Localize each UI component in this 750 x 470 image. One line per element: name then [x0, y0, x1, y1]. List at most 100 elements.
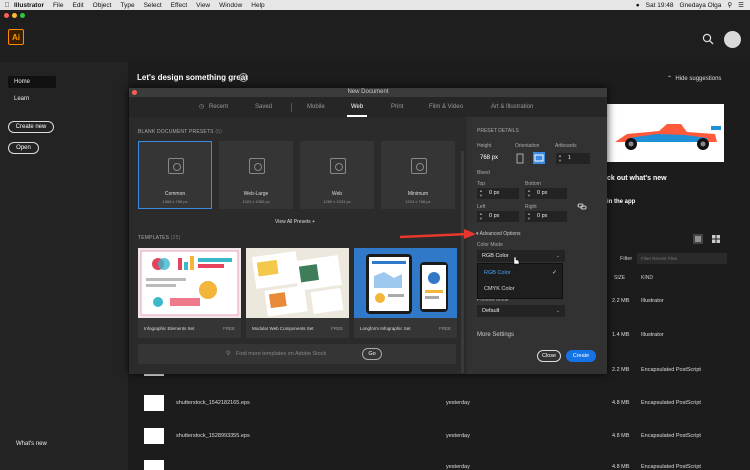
clock[interactable]: Sat 19:48 — [646, 2, 674, 9]
preset-size: 1366 x 768 px — [162, 199, 188, 204]
height-value[interactable]: 768 px — [480, 155, 498, 161]
hide-suggestions-label: Hide suggestions — [675, 76, 722, 82]
create-new-button[interactable]: Create new — [8, 121, 54, 133]
left-label: Left — [477, 204, 486, 210]
document-icon — [249, 158, 265, 174]
menu-view[interactable]: View — [196, 2, 210, 9]
user-name[interactable]: Gnedaya Olga — [679, 2, 721, 9]
table-row[interactable]: shutterstock_1542182165.eps yesterday 4.… — [128, 389, 750, 417]
landscape-icon[interactable] — [533, 152, 545, 164]
create-button[interactable]: Create — [566, 350, 596, 362]
race-car-illustration — [607, 104, 724, 162]
tab-web[interactable]: Web — [351, 104, 363, 110]
document-icon — [168, 158, 184, 174]
template-card[interactable]: Infographic Elements Set FREE — [138, 248, 241, 338]
bleed-right-field[interactable]: ▲ ▼ 0 px — [525, 211, 567, 222]
menu-type[interactable]: Type — [120, 2, 134, 9]
sidebar-item-learn[interactable]: Learn — [8, 93, 35, 105]
menu-object[interactable]: Object — [93, 2, 112, 9]
document-icon — [330, 158, 346, 174]
link-icon[interactable] — [577, 201, 587, 211]
bottom-label: Bottom — [525, 181, 541, 187]
right-label: Right — [525, 204, 537, 210]
apple-icon[interactable]:  — [0, 2, 14, 9]
close-dialog-dot[interactable] — [132, 90, 137, 95]
preset-web[interactable]: Web 1280 x 1024 px — [300, 141, 374, 209]
tab-print[interactable]: Print — [391, 104, 403, 110]
menu-app[interactable]: Illustrator — [14, 2, 44, 9]
tab-saved[interactable]: Saved — [255, 104, 272, 110]
filter-input[interactable]: Filter Recent Files — [637, 253, 727, 264]
menu-window[interactable]: Window — [219, 2, 242, 9]
menu-effect[interactable]: Effect — [171, 2, 188, 9]
menu-option-rgb[interactable]: RGB Color — [484, 270, 511, 276]
table-row[interactable]: shutterstock_1528993355.eps yesterday 4.… — [128, 422, 750, 450]
close-button[interactable]: Close — [537, 350, 561, 362]
file-kind: Encapsulated PostScript — [641, 464, 701, 470]
col-kind-header[interactable]: KIND — [641, 275, 653, 281]
info-icon[interactable]: i — [239, 73, 248, 82]
tab-film-video[interactable]: Film & Video — [429, 104, 463, 110]
list-view-icon[interactable] — [693, 234, 703, 244]
bleed-left-field[interactable]: ▲ ▼ 0 px — [477, 211, 519, 222]
artboards-field[interactable]: ▲ ▼ 1 — [556, 153, 590, 164]
more-settings-link[interactable]: More Settings — [477, 332, 514, 338]
portrait-icon[interactable] — [515, 153, 525, 164]
blank-presets-count: (5) — [215, 129, 223, 135]
grid-view-icon[interactable] — [711, 234, 721, 244]
open-button[interactable]: Open — [8, 142, 39, 154]
arrow-annotation-icon — [399, 229, 476, 239]
preset-minimum[interactable]: Minimum 1024 x 768 px — [381, 141, 455, 209]
bleed-top-field[interactable]: ▲ ▼ 0 px — [477, 188, 519, 199]
sidebar-item-home[interactable]: Home — [8, 76, 56, 88]
menu-select[interactable]: Select — [144, 2, 162, 9]
promo-title: ck out what's new — [607, 175, 667, 182]
search-spotlight-icon[interactable]: ⚲ — [727, 1, 732, 9]
minimize-window-button[interactable] — [12, 13, 17, 18]
stepper-arrows[interactable]: ▲ ▼ — [527, 211, 531, 221]
promo-link[interactable]: in the app — [607, 199, 635, 205]
bleed-bottom-value: 0 px — [537, 190, 548, 196]
search-icon: ⚲ — [226, 351, 231, 357]
stepper-arrows[interactable]: ▲ ▼ — [479, 211, 483, 221]
new-document-dialog: New Document ◷ Recent Saved Mobile Web P… — [129, 88, 607, 374]
tab-mobile[interactable]: Mobile — [307, 104, 325, 110]
view-all-presets-link[interactable]: View All Presets + — [275, 219, 315, 225]
template-name: Infographic Elements Set — [144, 326, 195, 331]
hide-suggestions-link[interactable]: ⌃ Hide suggestions — [667, 75, 721, 82]
artboards-label: Artboards — [555, 143, 577, 149]
menu-file[interactable]: File — [53, 2, 63, 9]
menu-help[interactable]: Help — [251, 2, 264, 9]
scrollbar[interactable] — [461, 151, 464, 373]
preview-mode-dropdown[interactable]: Default ⌄ — [477, 305, 565, 317]
template-card[interactable]: Longform Infographic Set FREE — [354, 248, 457, 338]
menu-option-cmyk[interactable]: CMYK Color — [484, 286, 515, 292]
stepper-arrows[interactable]: ▲ ▼ — [558, 153, 562, 163]
avatar[interactable] — [724, 31, 741, 48]
tab-recent[interactable]: Recent — [209, 104, 228, 110]
home-heading: Let's design something great — [137, 73, 248, 82]
advanced-options-toggle[interactable]: ▾ Advanced Options — [476, 231, 521, 237]
close-window-button[interactable] — [4, 13, 9, 18]
preset-common[interactable]: Common 1366 x 768 px — [138, 141, 212, 209]
promo-image — [607, 104, 724, 162]
col-size-header[interactable]: SIZE — [614, 275, 625, 281]
menu-list-icon[interactable]: ☰ — [738, 1, 744, 9]
table-row[interactable]: yesterday 4.8 MB Encapsulated PostScript — [128, 452, 750, 470]
search-icon[interactable] — [702, 33, 714, 45]
sidebar-item-whats-new[interactable]: What's new — [10, 438, 53, 450]
templates-label: TEMPLATES — [138, 235, 170, 241]
bleed-bottom-field[interactable]: ▲ ▼ 0 px — [525, 188, 567, 199]
find-templates-input[interactable]: Find more templates on Adobe Stock — [236, 351, 326, 357]
wifi-icon[interactable]: ● — [636, 2, 640, 9]
menu-edit[interactable]: Edit — [72, 2, 83, 9]
preset-web-large[interactable]: Web-Large 1920 x 1080 px — [219, 141, 293, 209]
zoom-window-button[interactable] — [20, 13, 25, 18]
go-button[interactable]: Go — [362, 348, 382, 360]
template-card[interactable]: Modular Web Components Set FREE — [246, 248, 349, 338]
preset-name: Minimum — [407, 191, 429, 197]
tab-art-illustration[interactable]: Art & Illustration — [491, 104, 533, 110]
color-mode-dropdown[interactable]: RGB Color ⌄ — [477, 250, 565, 262]
stepper-arrows[interactable]: ▲ ▼ — [479, 188, 483, 198]
stepper-arrows[interactable]: ▲ ▼ — [527, 188, 531, 198]
